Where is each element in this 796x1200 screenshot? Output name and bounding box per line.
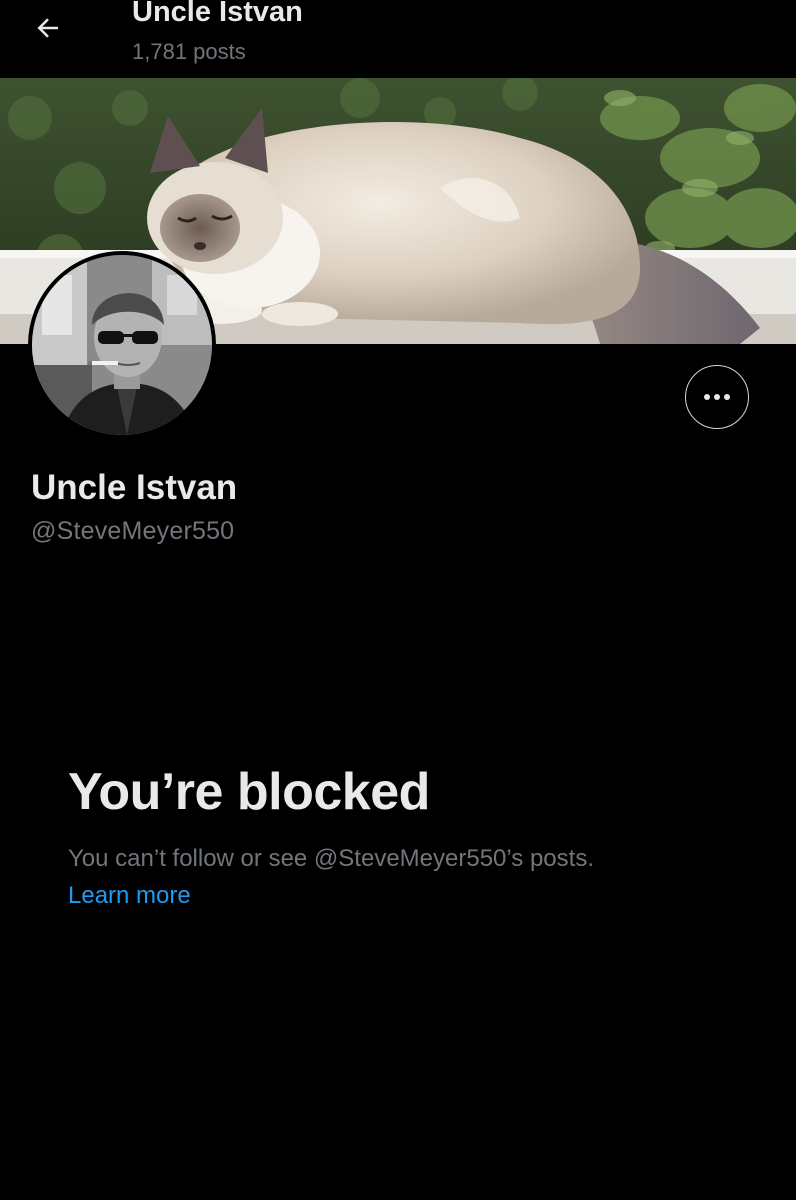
blocked-title: You’re blocked: [68, 763, 430, 821]
profile-avatar[interactable]: [28, 251, 216, 439]
post-count: 1,781 posts: [132, 39, 246, 64]
blocked-description: You can’t follow or see @SteveMeyer550’s…: [68, 845, 594, 872]
avatar-image: [32, 255, 212, 435]
top-bar: Uncle Istvan 1,781 posts: [0, 0, 796, 78]
arrow-left-icon: [33, 13, 63, 48]
back-button[interactable]: [28, 12, 68, 48]
more-horizontal-icon: [703, 388, 731, 406]
profile-display-name: Uncle Istvan: [31, 468, 238, 507]
header-title: Uncle Istvan: [132, 0, 303, 28]
more-options-button[interactable]: [685, 365, 749, 429]
profile-handle: @SteveMeyer550: [31, 517, 235, 545]
learn-more-link[interactable]: Learn more: [68, 882, 191, 910]
